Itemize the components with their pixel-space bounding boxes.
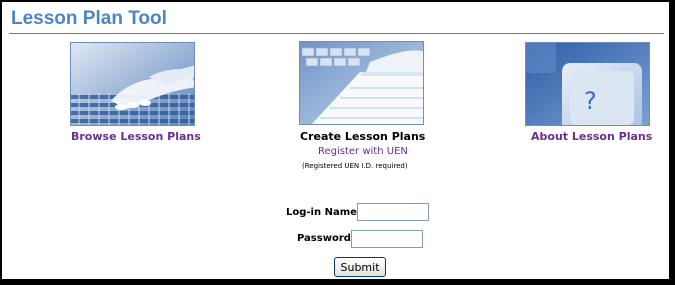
login-name-input[interactable] [357,203,429,221]
lesson-plan-panel: Lesson Plan Tool Browse Lesson Plans Cre… [0,0,675,285]
register-with-uen-link[interactable]: Register with UEN [318,146,408,157]
password-label: Password: [297,233,355,244]
create-lesson-plans-heading: Create Lesson Plans [300,130,426,143]
password-input[interactable] [351,230,423,248]
registration-note: (Registered UEN I.D. required) [302,162,408,170]
browse-keyboard-image[interactable] [70,42,195,126]
title-divider [9,33,664,34]
page-title: Lesson Plan Tool [11,8,167,29]
browse-lesson-plans-link[interactable]: Browse Lesson Plans [71,130,201,143]
about-lesson-plans-link[interactable]: About Lesson Plans [531,130,652,143]
create-notebook-image [299,41,424,125]
submit-button[interactable]: Submit [334,257,386,277]
about-question-key-image[interactable]: ? [525,42,650,126]
login-name-label: Log-in Name: [286,207,361,218]
svg-text:?: ? [584,87,597,115]
